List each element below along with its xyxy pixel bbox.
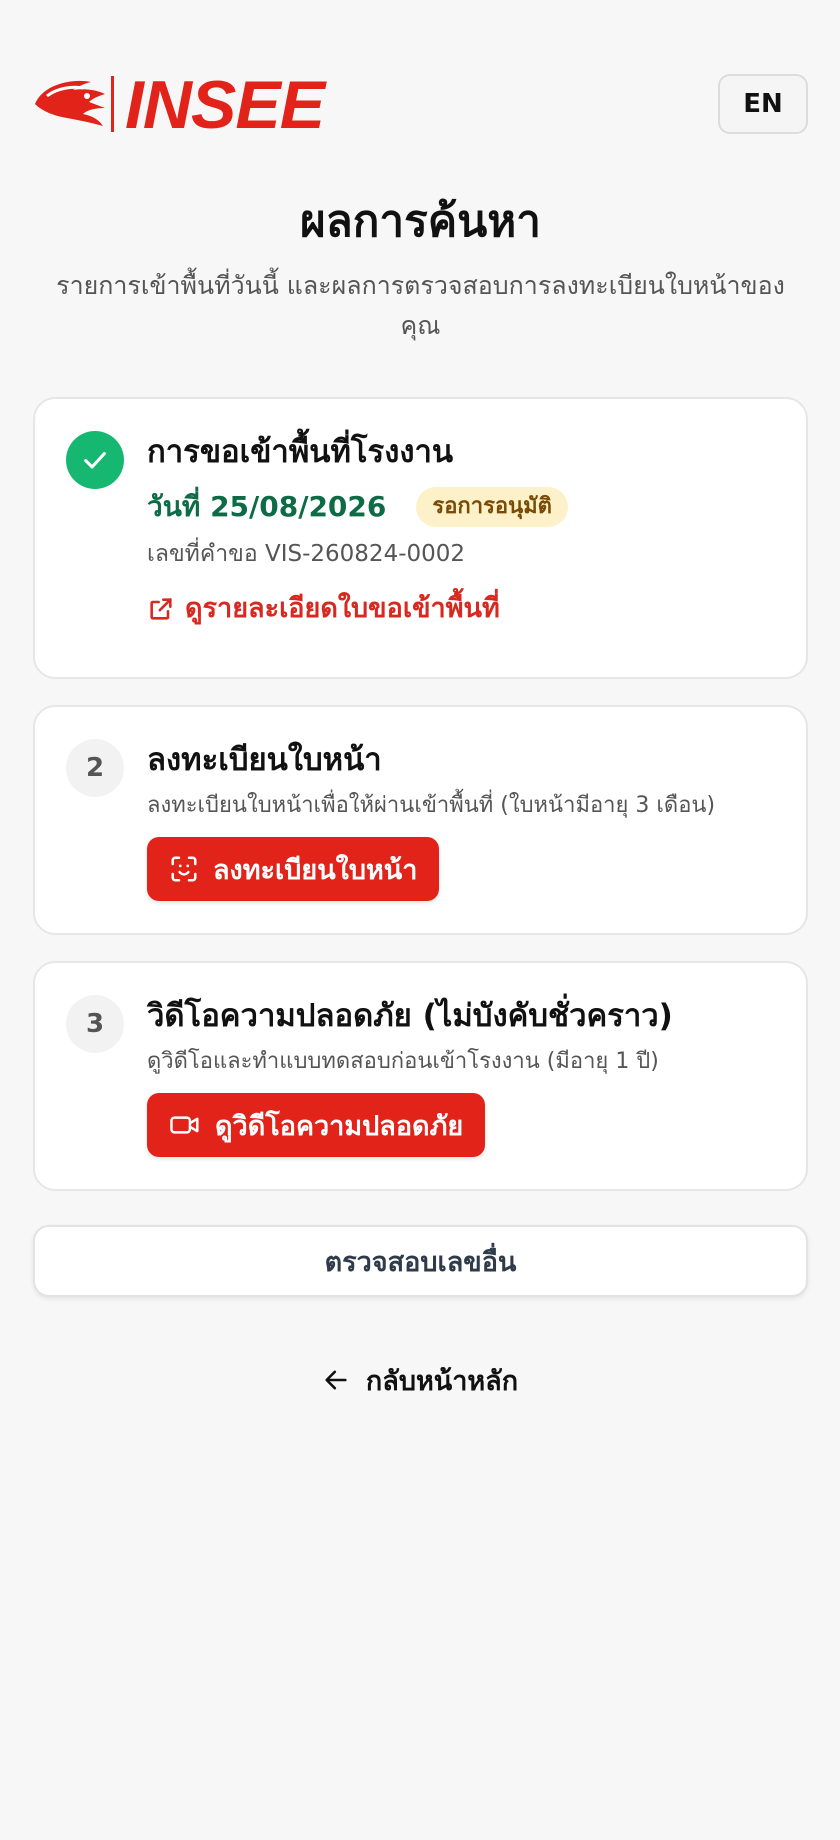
register-face-label: ลงทะเบียนใบหน้า <box>213 854 418 886</box>
logo-wordmark: INSEE <box>125 67 325 143</box>
check-other-number-button[interactable]: ตรวจสอบเลขอื่น <box>33 1225 808 1297</box>
step-card-site-access: การขอเข้าพื้นที่โรงงาน วันที่ 25/08/2026… <box>33 397 808 679</box>
title-block: ผลการค้นหา รายการเข้าพื้นที่วันนี้ และผล… <box>33 190 808 346</box>
request-number: เลขที่คำขอ VIS-260824-0002 <box>147 541 466 567</box>
step-card-safety-video: 3 วิดีโอความปลอดภัย (ไม่บังคับชั่วคราว) … <box>33 961 808 1191</box>
face-scan-icon <box>171 856 197 882</box>
back-to-home-label: กลับหน้าหลัก <box>365 1365 519 1397</box>
register-face-button[interactable]: ลงทะเบียนใบหน้า <box>147 837 440 901</box>
video-camera-icon <box>170 1116 199 1134</box>
insee-logo: INSEE <box>33 68 351 142</box>
step-card-face-registration: 2 ลงทะเบียนใบหน้า ลงทะเบียนใบหน้าเพื่อให… <box>33 705 808 935</box>
view-request-details-link[interactable]: ดูรายละเอียดใบขอเข้าพื้นที่ <box>147 589 782 629</box>
watch-safety-video-label: ดูวิดีโอความปลอดภัย <box>215 1110 464 1142</box>
step-title: วิดีโอความปลอดภัย (ไม่บังคับชั่วคราว) <box>147 998 673 1034</box>
status-badge: รอการอนุมัติ <box>416 487 568 527</box>
check-icon <box>66 431 124 489</box>
step-description: ลงทะเบียนใบหน้าเพื่อให้ผ่านเข้าพื้นที่ (… <box>147 793 716 818</box>
step-number-badge: 2 <box>66 739 124 797</box>
step-description: ดูวิดีโอและทำแบบทดสอบก่อนเข้าโรงงาน (มีอ… <box>147 1049 659 1074</box>
page-title: ผลการค้นหา <box>300 196 541 247</box>
view-request-details-label: ดูรายละเอียดใบขอเข้าพื้นที่ <box>185 593 500 624</box>
header: INSEE EN <box>33 68 808 142</box>
access-date: วันที่ 25/08/2026 <box>147 490 387 523</box>
page-subtitle: รายการเข้าพื้นที่วันนี้ และผลการตรวจสอบก… <box>56 271 785 340</box>
step-title: ลงทะเบียนใบหน้า <box>147 742 382 778</box>
language-toggle-button[interactable]: EN <box>718 74 808 134</box>
external-link-icon <box>150 598 172 620</box>
arrow-left-icon <box>325 1370 347 1390</box>
step-number-badge: 3 <box>66 995 124 1053</box>
watch-safety-video-button[interactable]: ดูวิดีโอความปลอดภัย <box>147 1093 486 1157</box>
step-title: การขอเข้าพื้นที่โรงงาน <box>147 434 454 470</box>
back-to-home-link[interactable]: กลับหน้าหลัก <box>0 1355 840 1405</box>
